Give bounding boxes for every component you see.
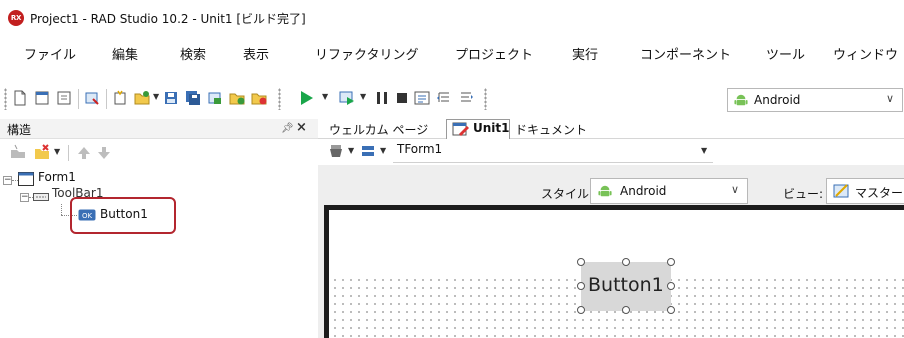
chevron-down-icon[interactable]: ∨ bbox=[731, 183, 739, 196]
rad-studio-logo-icon: RX bbox=[8, 10, 24, 26]
tab-unit1[interactable]: Unit1 bbox=[473, 121, 510, 135]
palette-dropdown-arrow[interactable]: ▼ bbox=[348, 146, 354, 155]
delete-item-icon[interactable] bbox=[34, 144, 50, 160]
menu-edit[interactable]: 編集 bbox=[112, 44, 138, 63]
chevron-down-icon[interactable]: ▼ bbox=[701, 146, 707, 155]
selection-handle[interactable] bbox=[577, 306, 585, 314]
move-down-icon[interactable] bbox=[96, 145, 112, 161]
android-icon bbox=[734, 94, 748, 106]
toolbar-separator bbox=[78, 89, 79, 109]
open-project-icon[interactable] bbox=[84, 90, 100, 106]
target-platform-select[interactable]: Android ∨ bbox=[727, 88, 903, 112]
selection-handle[interactable] bbox=[622, 306, 630, 314]
remove-from-project-icon[interactable] bbox=[251, 90, 267, 106]
stop-icon[interactable] bbox=[394, 90, 410, 106]
open-project-file-icon[interactable] bbox=[207, 90, 223, 106]
run-mode-dropdown-arrow[interactable]: ▼ bbox=[360, 92, 366, 101]
highlight-annotation bbox=[70, 197, 176, 234]
selection-handle[interactable] bbox=[577, 282, 585, 290]
tree-connector bbox=[61, 204, 62, 215]
new-form-icon[interactable] bbox=[34, 90, 50, 106]
menu-project[interactable]: プロジェクト bbox=[455, 44, 533, 63]
style-select-value: Android bbox=[620, 184, 667, 198]
collapse-toggle[interactable]: − bbox=[20, 193, 29, 202]
structure-panel-header: 構造 📌︎ × bbox=[0, 119, 318, 139]
new-unit-icon[interactable] bbox=[56, 90, 72, 106]
selection-handle[interactable] bbox=[667, 282, 675, 290]
unit-form-icon bbox=[452, 122, 469, 136]
toolbar-separator bbox=[106, 89, 107, 109]
form-icon bbox=[18, 172, 34, 186]
master-view-icon bbox=[833, 184, 849, 198]
window-title: Project1 - RAD Studio 10.2 - Unit1 [ビルド完… bbox=[30, 12, 306, 26]
selection-handle[interactable] bbox=[667, 258, 675, 266]
pin-icon[interactable]: 📌︎ bbox=[281, 123, 294, 134]
menu-bar: ファイル 編集 検索 表示 リファクタリング プロジェクト 実行 コンポーネント… bbox=[0, 34, 904, 70]
view-options-icon[interactable] bbox=[360, 143, 376, 159]
view-select-value: マスター bbox=[855, 186, 904, 200]
add-to-project-icon[interactable] bbox=[229, 90, 245, 106]
close-icon[interactable]: × bbox=[296, 120, 307, 135]
form-select-value: TForm1 bbox=[397, 142, 443, 156]
structure-tree: − Form1 − ToolBar1 OK Button1 bbox=[0, 167, 318, 338]
save-all-icon[interactable] bbox=[185, 90, 201, 106]
run-icon[interactable] bbox=[298, 90, 314, 106]
view-select[interactable]: マスター bbox=[826, 178, 904, 204]
pause-icon[interactable] bbox=[374, 90, 390, 106]
menu-component[interactable]: コンポーネント bbox=[640, 44, 731, 63]
tree-node-form1[interactable]: Form1 bbox=[38, 170, 76, 184]
view-options-dropdown-arrow[interactable]: ▼ bbox=[380, 146, 386, 155]
toolbar-separator bbox=[68, 145, 69, 161]
structure-panel-title: 構造 bbox=[7, 123, 32, 137]
toolbar-component-icon bbox=[33, 193, 49, 201]
menu-search[interactable]: 検索 bbox=[180, 44, 206, 63]
save-icon[interactable] bbox=[163, 90, 179, 106]
form-selector-bar: ▼ ▼ TForm1 ▼ bbox=[318, 139, 904, 165]
run-without-debug-icon[interactable] bbox=[339, 90, 355, 106]
step-over-icon[interactable] bbox=[436, 90, 452, 106]
open-icon[interactable] bbox=[134, 90, 150, 106]
move-up-icon[interactable] bbox=[76, 145, 92, 161]
selection-handle[interactable] bbox=[622, 258, 630, 266]
toolbar-grip[interactable] bbox=[484, 88, 487, 110]
run-dropdown-arrow[interactable]: ▼ bbox=[322, 92, 328, 101]
style-select[interactable]: Android ∨ bbox=[590, 178, 748, 204]
selection-handle[interactable] bbox=[577, 258, 585, 266]
menu-window[interactable]: ウィンドウ bbox=[833, 44, 898, 63]
toolbar-grip[interactable] bbox=[278, 88, 281, 110]
menu-view[interactable]: 表示 bbox=[243, 44, 269, 63]
tab-welcome-page[interactable]: ウェルカム ページ bbox=[329, 121, 428, 138]
selection-handle[interactable] bbox=[667, 306, 675, 314]
new-items-icon[interactable] bbox=[112, 90, 128, 106]
delete-dropdown-arrow[interactable]: ▼ bbox=[54, 147, 60, 156]
structure-toolbar: ▼ bbox=[0, 139, 318, 167]
tab-document[interactable]: ドキュメント bbox=[515, 121, 587, 138]
menu-run[interactable]: 実行 bbox=[572, 44, 598, 63]
add-item-icon[interactable] bbox=[10, 144, 26, 160]
view-label: ビュー: bbox=[783, 187, 824, 201]
menu-file[interactable]: ファイル bbox=[24, 44, 76, 63]
menu-refactor[interactable]: リファクタリング bbox=[315, 44, 418, 63]
run-to-cursor-icon[interactable] bbox=[458, 90, 474, 106]
collapse-toggle[interactable]: − bbox=[3, 176, 12, 185]
menu-tools[interactable]: ツール bbox=[766, 44, 805, 63]
design-button1-label: Button1 bbox=[588, 274, 664, 296]
style-label: スタイル: bbox=[541, 187, 594, 201]
trace-into-icon[interactable] bbox=[414, 90, 430, 106]
editor-tab-bar: ウェルカム ページ Unit1 ドキュメント bbox=[318, 119, 904, 139]
title-bar: RX Project1 - RAD Studio 10.2 - Unit1 [ビ… bbox=[0, 0, 904, 34]
target-platform-value: Android bbox=[754, 93, 801, 107]
toolbar-grip[interactable] bbox=[4, 88, 7, 110]
android-icon bbox=[598, 185, 612, 197]
form-select[interactable]: TForm1 ▼ bbox=[393, 139, 713, 163]
component-palette-icon[interactable] bbox=[328, 143, 344, 159]
chevron-down-icon[interactable]: ∨ bbox=[886, 92, 894, 105]
new-file-icon[interactable] bbox=[12, 90, 28, 106]
open-dropdown-arrow[interactable]: ▼ bbox=[153, 92, 159, 101]
